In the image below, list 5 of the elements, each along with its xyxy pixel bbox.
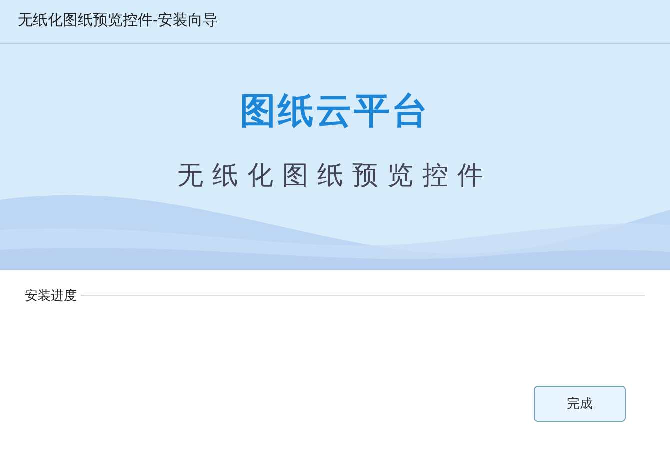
finish-button[interactable]: 完成: [534, 386, 626, 422]
window-title: 无纸化图纸预览控件-安装向导: [18, 11, 218, 32]
progress-label: 安装进度: [25, 287, 77, 305]
banner-title: 图纸云平台: [240, 89, 430, 133]
banner-subtitle: 无纸化图纸预览控件: [178, 159, 492, 192]
